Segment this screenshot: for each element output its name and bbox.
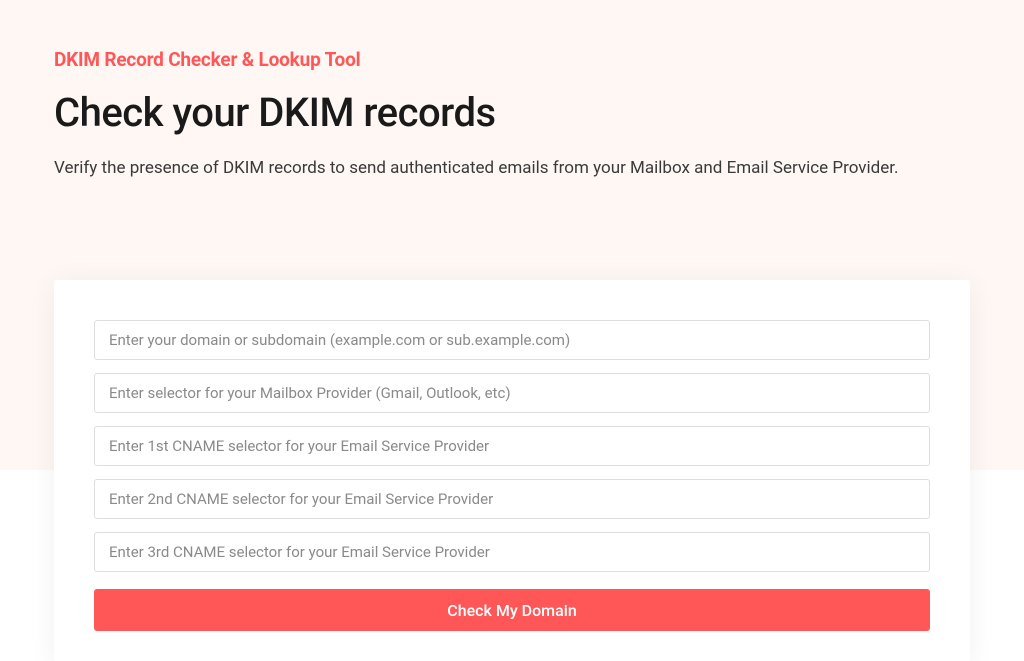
cname-selector-1-input[interactable] — [94, 426, 930, 466]
cname-selector-2-input[interactable] — [94, 479, 930, 519]
tool-label: DKIM Record Checker & Lookup Tool — [54, 48, 970, 71]
page-title: Check your DKIM records — [54, 89, 970, 136]
cname-selector-3-input[interactable] — [94, 532, 930, 572]
domain-input[interactable] — [94, 320, 930, 360]
page-description: Verify the presence of DKIM records to s… — [54, 156, 970, 182]
dkim-form-card: Check My Domain — [54, 280, 970, 661]
check-domain-button[interactable]: Check My Domain — [94, 589, 930, 631]
mailbox-selector-input[interactable] — [94, 373, 930, 413]
